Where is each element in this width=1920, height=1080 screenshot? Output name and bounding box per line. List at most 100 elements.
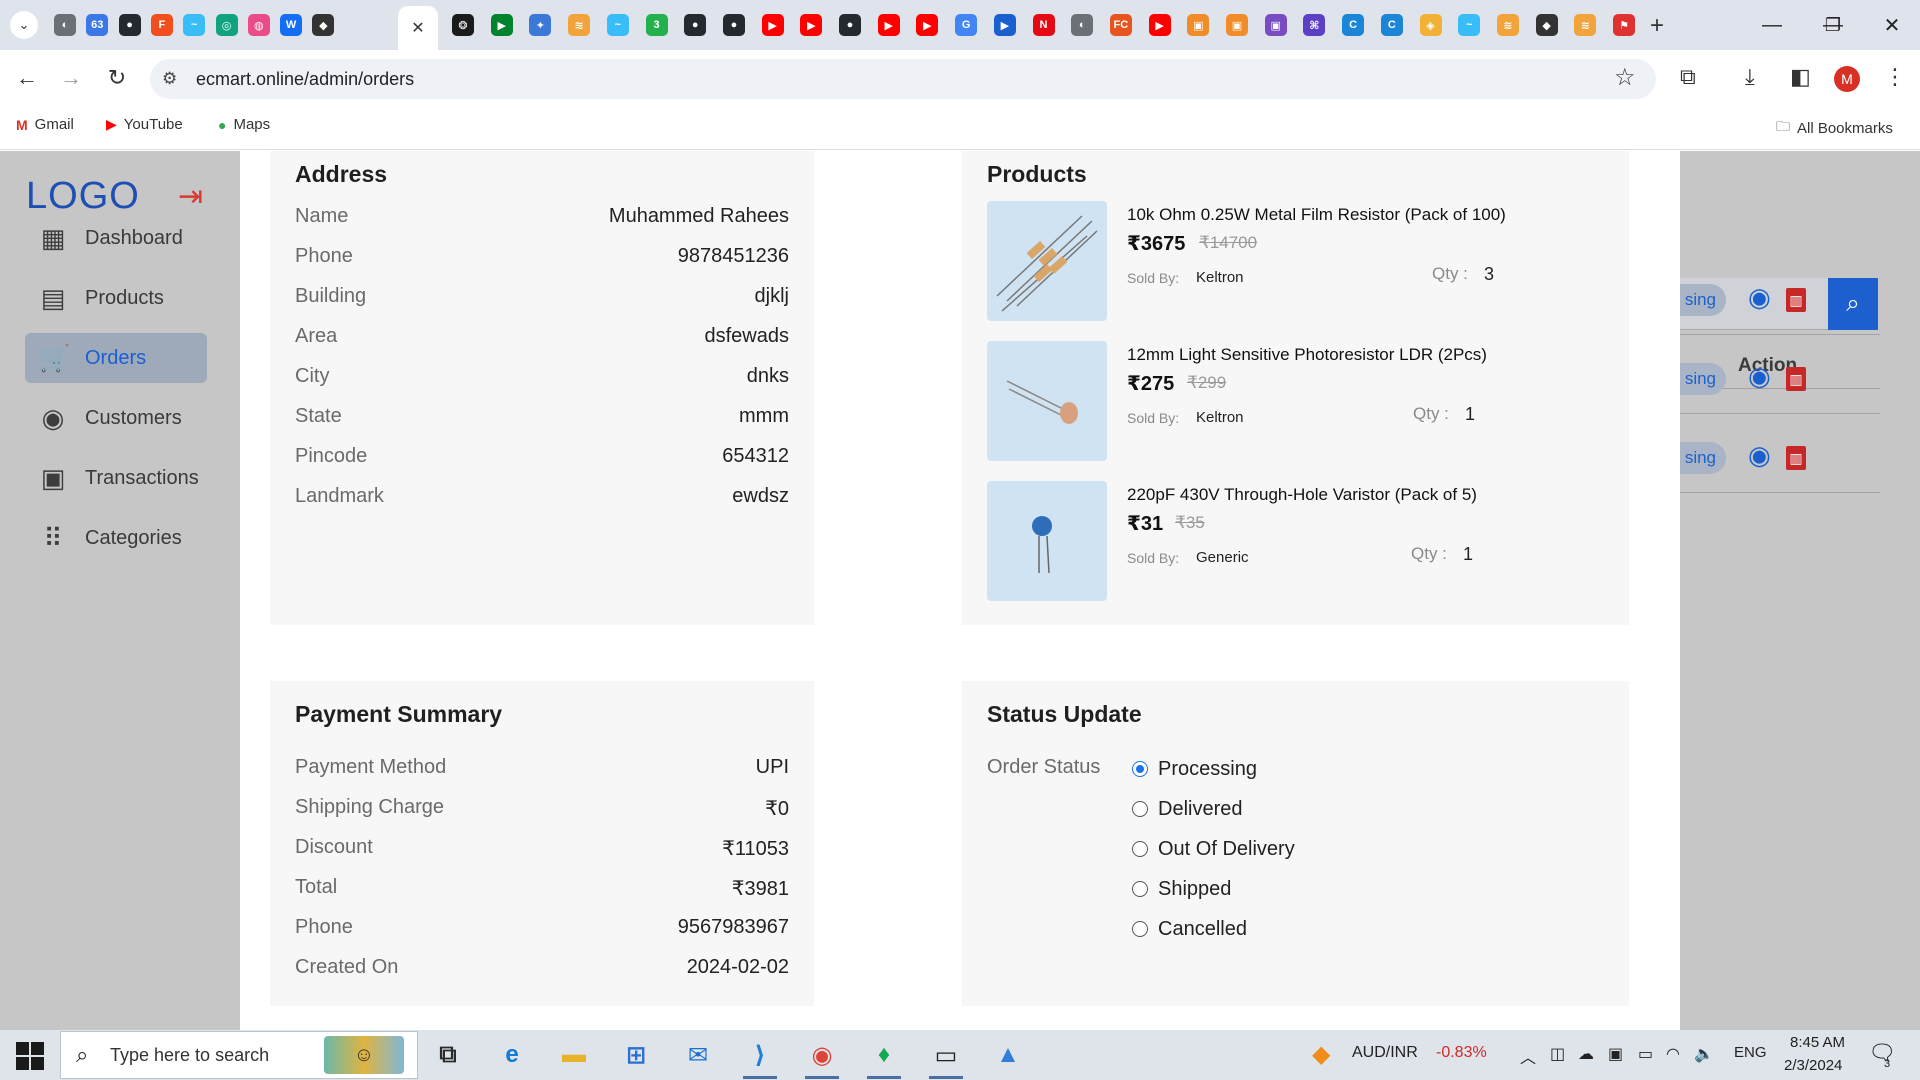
search-button[interactable]: ⌕: [1828, 278, 1878, 330]
clock-time[interactable]: 8:45 AM: [1790, 1034, 1845, 1051]
view-eye-icon[interactable]: ◉: [1748, 282, 1771, 313]
battery-icon[interactable]: ▭: [1638, 1044, 1653, 1064]
radio-button[interactable]: [1132, 881, 1148, 897]
swirl-icon[interactable]: ≋: [568, 14, 591, 36]
kebab-menu-icon[interactable]: ⋮: [1884, 64, 1906, 90]
vscode-icon[interactable]: ⟩: [740, 1036, 780, 1074]
radio-button[interactable]: [1132, 841, 1148, 857]
sidebar-item-transactions[interactable]: ▣ Transactions: [25, 453, 207, 503]
youtube-icon[interactable]: ▶: [1148, 14, 1171, 36]
tab-search-chevron-down-icon[interactable]: ⌄: [10, 11, 38, 39]
ticker-chart-icon[interactable]: ◆: [1312, 1040, 1330, 1069]
radio-label[interactable]: Cancelled: [1158, 918, 1247, 941]
flag-icon[interactable]: ⚑: [1613, 14, 1635, 36]
meet-icon[interactable]: ▶: [490, 14, 513, 36]
chrome-icon[interactable]: ◉: [802, 1036, 842, 1074]
status-option-out-of-delivery[interactable]: Out Of Delivery: [1132, 836, 1295, 862]
openai-icon[interactable]: ◎: [215, 14, 238, 36]
all-bookmarks-button[interactable]: 🗀 All Bookmarks: [1776, 116, 1893, 140]
terminal-icon[interactable]: ▭: [926, 1036, 966, 1074]
edge-app-icon[interactable]: e: [492, 1036, 532, 1074]
product-name[interactable]: 10k Ohm 0.25W Metal Film Resistor (Pack …: [1127, 205, 1506, 225]
sidebar-item-categories[interactable]: ⠿ Categories: [25, 513, 207, 563]
taskbar-search-placeholder[interactable]: Type here to search: [110, 1045, 269, 1066]
mail-icon[interactable]: ✉: [678, 1036, 718, 1074]
netflix-icon[interactable]: N: [1032, 14, 1055, 36]
store-icon[interactable]: ⊞: [616, 1036, 656, 1074]
delete-trash-icon[interactable]: ▥: [1786, 288, 1806, 312]
fc-icon[interactable]: FC: [1109, 14, 1132, 36]
grid-icon[interactable]: ⌘: [1303, 14, 1326, 36]
window-minimize-button[interactable]: —: [1752, 10, 1792, 40]
meet-now-icon[interactable]: ◫: [1550, 1044, 1565, 1064]
active-tab[interactable]: ✕: [398, 6, 438, 50]
ticker-label[interactable]: AUD/INR: [1352, 1044, 1418, 1062]
sidebar-item-products[interactable]: ▤ Products: [25, 273, 207, 323]
tailwind-icon[interactable]: ~: [1458, 14, 1481, 36]
youtube-icon[interactable]: ▶: [916, 14, 939, 36]
bookmark-youtube[interactable]: ▶ YouTube: [106, 116, 183, 133]
sidebar-item-dashboard[interactable]: ▦ Dashboard: [25, 213, 207, 263]
box-icon[interactable]: ▣: [1226, 14, 1248, 36]
sidebar-item-customers[interactable]: ◉ Customers: [25, 393, 207, 443]
volume-icon[interactable]: 🔈: [1694, 1044, 1714, 1064]
status-option-processing[interactable]: Processing: [1132, 756, 1257, 782]
forward-arrow-icon[interactable]: →: [56, 63, 86, 93]
window-restore-button[interactable]: ❐: [1813, 10, 1853, 40]
profile-avatar[interactable]: M: [1834, 66, 1860, 92]
search-highlight-image[interactable]: ☺: [324, 1036, 404, 1074]
status-option-cancelled[interactable]: Cancelled: [1132, 916, 1247, 942]
webflow-icon[interactable]: W: [280, 14, 303, 36]
sidebar-item-orders[interactable]: 🛒 Orders: [25, 333, 207, 383]
globe-icon[interactable]: ◐: [54, 14, 76, 36]
chatgpt-icon[interactable]: ❂: [452, 14, 474, 36]
clock-date[interactable]: 2/3/2024: [1784, 1057, 1842, 1074]
product-name[interactable]: 12mm Light Sensitive Photoresistor LDR (…: [1127, 345, 1487, 365]
tailwind-icon[interactable]: ~: [606, 14, 629, 36]
bookmark-maps[interactable]: ● Maps: [218, 116, 270, 133]
puzzle-icon[interactable]: ✦: [529, 14, 552, 36]
figma-icon[interactable]: F: [150, 14, 173, 36]
back-arrow-icon[interactable]: ←: [12, 63, 42, 93]
window-close-button[interactable]: ✕: [1872, 10, 1912, 40]
youtube-icon[interactable]: ▶: [761, 14, 784, 36]
bookmark-gmail[interactable]: M Gmail: [16, 116, 74, 133]
globe-icon[interactable]: ◐: [1071, 14, 1094, 36]
photos-icon[interactable]: ▲: [988, 1036, 1028, 1074]
defender-icon[interactable]: ▣: [1608, 1044, 1623, 1064]
extensions-puzzle-icon[interactable]: ⧉: [1680, 64, 1696, 90]
view-eye-icon[interactable]: ◉: [1748, 440, 1771, 471]
windows-start-icon[interactable]: [10, 1040, 50, 1072]
ticker-value[interactable]: -0.83%: [1436, 1044, 1487, 1062]
wifi-icon[interactable]: ◠: [1666, 1044, 1680, 1064]
view-eye-icon[interactable]: ◉: [1748, 361, 1771, 392]
language-indicator[interactable]: ENG: [1734, 1044, 1767, 1061]
show-hidden-icons-chevron-up-icon[interactable]: ︿: [1520, 1044, 1536, 1068]
github-icon[interactable]: ●: [684, 14, 707, 36]
radio-label[interactable]: Shipped: [1158, 878, 1231, 901]
task-view-icon[interactable]: ⧉: [428, 1036, 468, 1074]
box-icon[interactable]: ▣: [1264, 14, 1287, 36]
radio-button[interactable]: [1132, 801, 1148, 817]
play-icon[interactable]: ▶: [993, 14, 1016, 36]
logout-icon[interactable]: ⇥: [178, 179, 203, 214]
youtube-icon[interactable]: ▶: [800, 14, 823, 36]
url-text[interactable]: ecmart.online/admin/orders: [196, 69, 414, 90]
delete-trash-icon[interactable]: ▥: [1786, 446, 1806, 470]
graduation-icon[interactable]: ◆: [312, 14, 335, 36]
edge-icon[interactable]: C: [1342, 14, 1365, 36]
tab-close-icon[interactable]: ✕: [411, 18, 424, 38]
github-icon[interactable]: ●: [839, 14, 861, 36]
badge-icon[interactable]: 63: [86, 14, 109, 36]
download-icon[interactable]: ⤓: [1745, 64, 1755, 90]
radio-label[interactable]: Out Of Delivery: [1158, 838, 1295, 861]
github-icon[interactable]: ●: [118, 14, 141, 36]
radio-label[interactable]: Processing: [1158, 758, 1257, 781]
bookmark-star-icon[interactable]: ☆: [1614, 63, 1636, 92]
swirl-icon[interactable]: ≋: [1496, 14, 1519, 36]
file-explorer-icon[interactable]: ▬: [554, 1036, 594, 1074]
google-icon[interactable]: G: [955, 14, 978, 36]
mongodb-icon[interactable]: ♦: [864, 1036, 904, 1074]
notifications-icon[interactable]: 🗨: [1868, 1040, 1896, 1066]
number-icon[interactable]: 3: [645, 14, 668, 36]
